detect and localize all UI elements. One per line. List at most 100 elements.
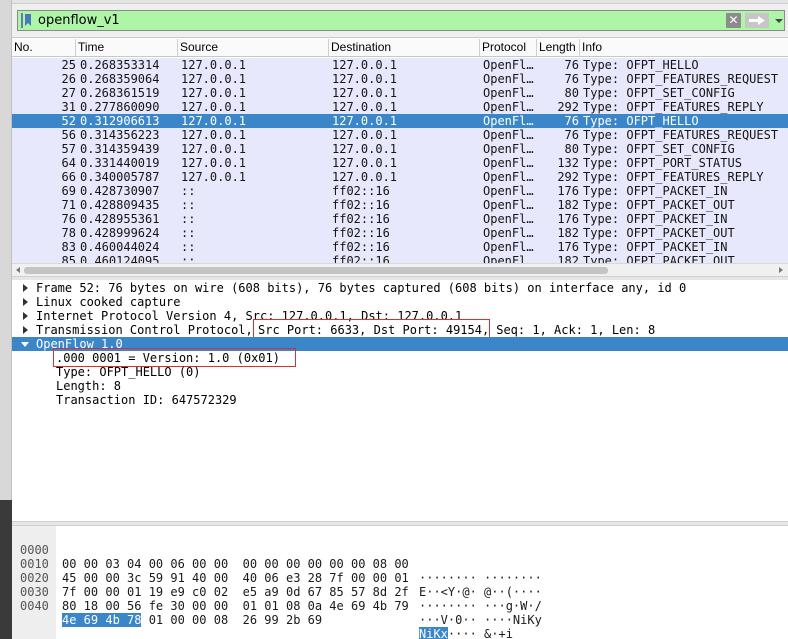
packet-no: 27 <box>61 86 76 100</box>
table-row[interactable]: 26 0.268359064 127.0.0.1 127.0.0.1 OpenFl… 76… <box>12 72 788 86</box>
column-header-source[interactable]: Source <box>178 39 329 56</box>
packet-destination: 127.0.0.1 <box>332 156 398 170</box>
bytes-hex[interactable]: 4e 69 4b 78 01 00 00 08 26 99 2b 69 <box>62 613 322 627</box>
packet-destination: ff02::16 <box>332 240 390 254</box>
table-row[interactable]: 69 0.428730907:: ff02::16 OpenFl… 176 Type: O… <box>12 184 788 198</box>
table-row[interactable]: 85 0.460124095:: ff02::16 OpenFl… 182 Type: O… <box>12 254 788 263</box>
packet-no: 76 <box>61 212 76 226</box>
table-row[interactable]: 64 0.331440019 127.0.0.1 127.0.0.1 OpenFl… 13… <box>12 156 788 170</box>
detail-tcp-suffix: Seq: 1, Ack: 1, Len: 8 <box>489 323 656 337</box>
table-row[interactable]: 76 0.428955361:: ff02::16 OpenFl… 176 Type: O… <box>12 212 788 226</box>
packet-length: 176 <box>557 212 579 226</box>
bytes-row[interactable]: 0030 80 18 00 56 fe 30 00 00 01 01 08 0a… <box>12 571 788 627</box>
expand-arrow-icon[interactable] <box>21 312 29 320</box>
bytes-ascii[interactable]: ········ ···g·W·/ <box>419 599 542 613</box>
packet-list-horizontal-scrollbar[interactable] <box>12 263 788 276</box>
packet-source: 127.0.0.1 <box>181 58 247 72</box>
bytes-row[interactable]: 0040 4e 69 4b 78 01 00 00 08 26 99 2b 69… <box>12 585 788 639</box>
packet-source: :: <box>181 184 196 198</box>
table-row[interactable]: 31 0.277860090 127.0.0.1 127.0.0.1 OpenFl… 29… <box>12 100 788 114</box>
packet-protocol: OpenFl… <box>483 86 534 100</box>
table-row[interactable]: 57 0.314359439 127.0.0.1 127.0.0.1 OpenFl… 80… <box>12 142 788 156</box>
bytes-hex-selected[interactable]: 4e 69 4b 78 <box>62 613 142 627</box>
detail-row-length[interactable]: Length: 8 <box>12 379 788 393</box>
packet-time: 0.331440019 <box>80 156 160 170</box>
column-header-no[interactable]: No. <box>12 39 76 56</box>
table-row[interactable]: 27 0.268361519 127.0.0.1 127.0.0.1 OpenFl… 80… <box>12 86 788 100</box>
packet-source: 127.0.0.1 <box>181 156 247 170</box>
scrollbar-thumb[interactable] <box>24 267 608 274</box>
detail-row-xid[interactable]: Transaction ID: 647572329 <box>12 393 788 407</box>
column-header-info[interactable]: Info <box>580 39 788 56</box>
packet-protocol: OpenFl… <box>483 226 534 240</box>
packet-protocol: OpenFl… <box>483 170 534 184</box>
chevron-down-icon[interactable] <box>773 14 785 27</box>
bytes-ascii-selected[interactable]: NiKx <box>419 627 448 639</box>
packet-no: 25 <box>61 58 76 72</box>
detail-row-linux-cooked[interactable]: Linux cooked capture <box>12 295 788 309</box>
column-header-length[interactable]: Length <box>537 39 580 56</box>
scroll-right-icon[interactable] <box>777 266 785 274</box>
expand-arrow-icon[interactable] <box>21 326 29 334</box>
display-filter-input[interactable]: openflow_v1 ✕ <box>17 10 785 31</box>
bytes-row[interactable]: 0000 00 00 03 04 00 06 00 00 00 00 00 00… <box>12 529 788 585</box>
table-row[interactable]: 83 0.460044024:: ff02::16 OpenFl… 176 Type: O… <box>12 240 788 254</box>
packet-source: 127.0.0.1 <box>181 128 247 142</box>
detail-length-text: Length: 8 <box>56 379 122 393</box>
bytes-hex-rest[interactable]: 01 00 00 08 26 99 2b 69 <box>141 613 322 627</box>
toolbar-top-edge <box>12 0 788 4</box>
packet-info: Type: OFPT_PACKET_OUT <box>583 226 735 240</box>
bytes-ascii[interactable]: ···V·0·· ····NiKy <box>419 613 542 627</box>
table-row[interactable]: 78 0.428999624:: ff02::16 OpenFl… 182 Type: O… <box>12 226 788 240</box>
packet-info: Type: OFPT_PACKET_OUT <box>583 198 735 212</box>
bookmark-icon[interactable] <box>21 13 33 28</box>
expand-arrow-icon[interactable] <box>21 284 29 292</box>
collapse-arrow-icon[interactable] <box>21 340 29 348</box>
packet-source: 127.0.0.1 <box>181 114 247 128</box>
packet-info: Type: OFPT_PACKET_IN <box>583 212 728 226</box>
column-header-time[interactable]: Time <box>76 39 178 56</box>
table-row[interactable]: 71 0.428809435:: ff02::16 OpenFl… 182 Type: O… <box>12 198 788 212</box>
display-filter-text[interactable]: openflow_v1 <box>38 13 120 28</box>
packet-source: 127.0.0.1 <box>181 170 247 184</box>
bytes-ascii-rest[interactable]: ···· &·+i <box>448 627 513 639</box>
packet-source: :: <box>181 254 196 263</box>
table-row[interactable]: 25 0.268353314 127.0.0.1 127.0.0.1 OpenFl… 76… <box>12 58 788 72</box>
packet-info: Type: OFPT_HELLO <box>583 58 699 72</box>
packet-destination: 127.0.0.1 <box>332 170 398 184</box>
detail-row-frame[interactable]: Frame 52: 76 bytes on wire (608 bits), 7… <box>12 281 788 295</box>
bytes-row[interactable]: 0020 7f 00 00 01 19 e9 c0 02 e5 a9 0d 67… <box>12 557 788 613</box>
scroll-left-icon[interactable] <box>14 266 22 274</box>
bytes-row[interactable]: 0010 45 00 00 3c 59 91 40 00 40 06 e3 28… <box>12 543 788 599</box>
packet-protocol: OpenFl… <box>483 212 534 226</box>
packet-list-pane[interactable]: No. Time Source Destination Protocol Len… <box>12 39 788 276</box>
table-row-selected[interactable]: 52 0.312906613 127.0.0.1 127.0.0.1 OpenFl… 76… <box>12 114 788 128</box>
expand-arrow-icon[interactable] <box>21 298 29 306</box>
detail-row-type[interactable]: Type: OFPT_HELLO (0) <box>12 365 788 379</box>
packet-time: 0.428955361 <box>80 212 160 226</box>
bytes-hex[interactable]: 80 18 00 56 fe 30 00 00 01 01 08 0a 4e 6… <box>62 599 409 613</box>
clear-x-icon[interactable]: ✕ <box>726 13 741 28</box>
apply-arrow-icon[interactable] <box>745 13 769 28</box>
packet-no: 31 <box>61 100 76 114</box>
table-row[interactable]: 66 0.340005787 127.0.0.1 127.0.0.1 OpenFl… 29… <box>12 170 788 184</box>
packet-no: 66 <box>61 170 76 184</box>
bytes-ascii[interactable]: NiKx···· &·+i <box>419 627 513 639</box>
packet-info: Type: OFPT_PACKET_IN <box>583 184 728 198</box>
detail-linux-text: Linux cooked capture <box>36 295 181 309</box>
packet-protocol: OpenFl… <box>483 254 534 263</box>
pane-splitter-top[interactable] <box>12 276 788 280</box>
packet-bytes-pane[interactable]: 0000 00 00 03 04 00 06 00 00 00 00 00 00… <box>12 526 788 639</box>
packet-source: :: <box>181 212 196 226</box>
packet-details-pane[interactable]: Frame 52: 76 bytes on wire (608 bits), 7… <box>12 281 788 521</box>
packet-time: 0.314359439 <box>80 142 160 156</box>
table-row[interactable]: 56 0.314356223 127.0.0.1 127.0.0.1 OpenFl… 76… <box>12 128 788 142</box>
column-header-destination[interactable]: Destination <box>329 39 480 56</box>
packet-time: 0.428999624 <box>80 226 160 240</box>
column-header-protocol[interactable]: Protocol <box>480 39 537 56</box>
packet-source: :: <box>181 226 196 240</box>
packet-time: 0.268353314 <box>80 58 160 72</box>
display-filter-toolbar: openflow_v1 ✕ <box>12 0 788 38</box>
packet-length: 176 <box>557 240 579 254</box>
packet-no: 26 <box>61 72 76 86</box>
